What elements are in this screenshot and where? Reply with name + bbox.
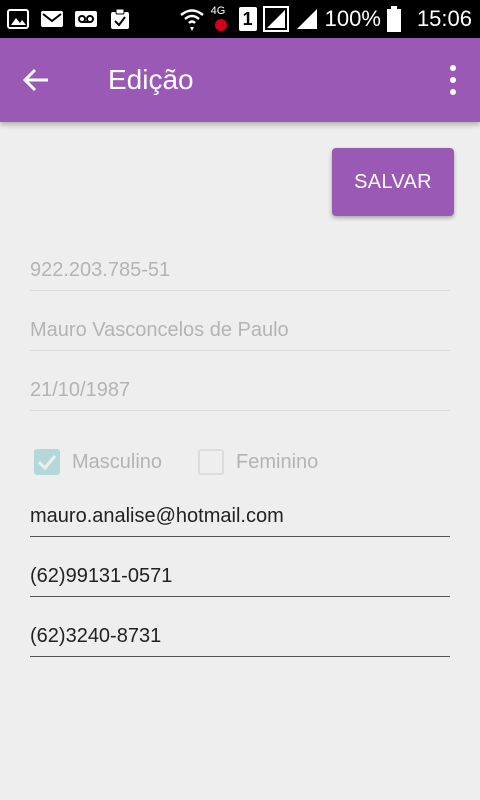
battery-icon [386,6,401,32]
gallery-icon [7,9,29,29]
save-button[interactable]: SALVAR [332,148,454,216]
signal-2-icon [296,9,317,29]
mail-icon [41,11,63,27]
birth-date-field: 21/10/1987 [30,370,450,411]
network-label: 4G [210,5,226,17]
email-field[interactable]: mauro.analise@hotmail.com [30,496,450,537]
back-arrow-icon[interactable] [18,62,54,98]
female-label: Feminino [236,450,319,473]
signal-icon [262,6,289,32]
network-type-icon: 4G [211,5,233,33]
check-icon [37,455,57,471]
page-title: Edição [108,64,194,95]
wifi-icon [179,9,204,31]
clipboard-check-icon [111,8,129,29]
overflow-menu-icon[interactable] [446,62,460,98]
voicemail-icon [75,11,97,27]
notification-icons [6,8,132,30]
male-label: Masculino [72,450,163,473]
cpf-field: 922.203.785-51 [30,250,450,291]
battery-percent: 100% [324,6,381,31]
app-bar: Edição [0,38,480,122]
name-field: Mauro Vasconcelos de Paulo [30,310,450,351]
female-checkbox[interactable] [198,449,225,475]
clock: 15:06 [416,6,472,31]
mobile-field[interactable]: (62)99131-0571 [30,556,450,597]
phone-field[interactable]: (62)3240-8731 [30,616,450,657]
sim-icon: 1 [238,7,257,31]
male-checkbox[interactable] [34,449,60,475]
system-icons: 4G 1 100% 15:06 [179,4,472,34]
female-option: Feminino [198,449,318,475]
status-bar: 4G 1 100% 15:06 [0,0,480,38]
sim-label: 1 [242,9,253,29]
gender-group: Masculino Feminino [34,447,318,477]
